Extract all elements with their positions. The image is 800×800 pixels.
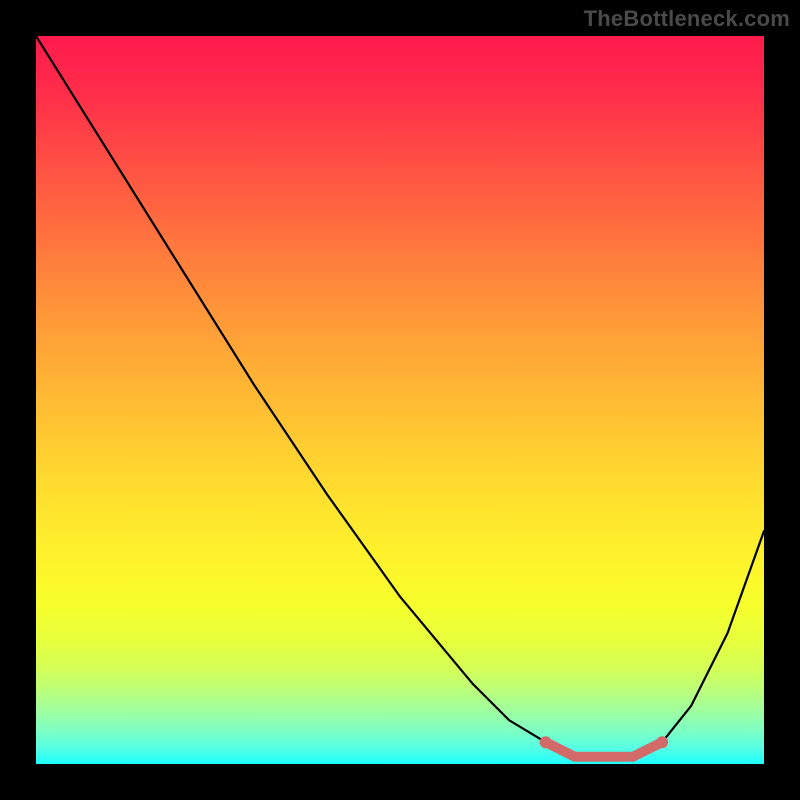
highlight-start-dot <box>540 736 552 748</box>
plot-area <box>36 36 764 764</box>
watermark-text: TheBottleneck.com <box>584 6 790 32</box>
optimal-range-highlight <box>546 742 663 757</box>
chart-frame: TheBottleneck.com <box>0 0 800 800</box>
highlight-end-dot <box>656 736 668 748</box>
chart-svg <box>36 36 764 764</box>
bottleneck-curve <box>36 36 764 757</box>
